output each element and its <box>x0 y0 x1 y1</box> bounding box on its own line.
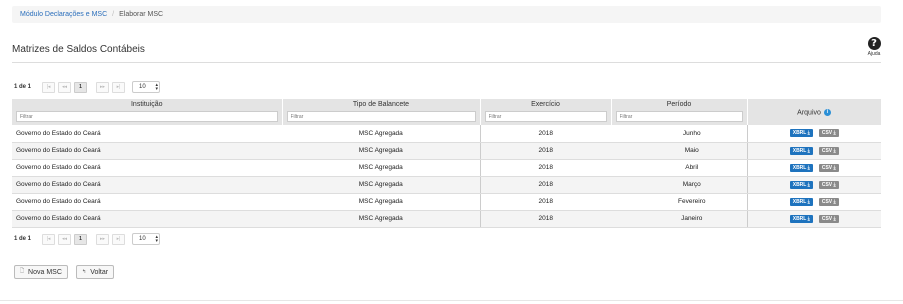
spinner-arrows-icon: ▴ ▾ <box>155 234 158 244</box>
filter-tipo-input[interactable] <box>286 111 476 122</box>
csv-download-button[interactable]: CSV ⤓ <box>818 180 839 189</box>
voltar-button[interactable]: ↰ Voltar <box>76 265 115 279</box>
help-button[interactable]: ? Ajuda <box>864 37 884 57</box>
breadcrumb: Módulo Declarações e MSC / Elaborar MSC <box>12 6 881 23</box>
cell-periodo: Junho <box>611 125 747 143</box>
cell-periodo: Maio <box>611 142 747 160</box>
page-size-select[interactable]: 10 ▴ ▾ <box>132 233 160 245</box>
column-header-periodo[interactable]: Período <box>611 99 748 125</box>
nova-msc-label: Nova MSC <box>28 268 62 276</box>
last-page-button[interactable]: ▸| <box>112 81 125 93</box>
column-header-arquivo: Arquivo i <box>747 99 882 125</box>
breadcrumb-link-modulo[interactable]: Módulo Declarações e MSC <box>20 11 107 18</box>
voltar-label: Voltar <box>90 268 109 276</box>
nova-msc-button[interactable]: 🗋 Nova MSC <box>14 265 68 279</box>
paginator-bottom: 1 de 1 |◂ ◂◂ 1 ▸▸ ▸| 10 ▴ ▾ <box>14 233 160 245</box>
last-page-button[interactable]: ▸| <box>112 233 125 245</box>
cell-instituicao: Governo do Estado do Ceará <box>12 125 282 143</box>
undo-arrow-icon: ↰ <box>82 269 87 275</box>
xbrl-download-button[interactable]: XBRL ⤓ <box>789 180 813 189</box>
title-divider <box>12 62 881 63</box>
table-row: Governo do Estado do Ceará MSC Agregada … <box>12 176 881 194</box>
footer-divider <box>0 300 903 301</box>
filter-periodo-input[interactable] <box>615 111 743 122</box>
csv-download-button[interactable]: CSV ⤓ <box>818 214 839 223</box>
filter-exercicio-input[interactable] <box>484 111 607 122</box>
page-size-select[interactable]: 10 ▴ ▾ <box>132 81 160 93</box>
cell-arquivo: XBRL ⤓ CSV ⤓ <box>746 142 881 160</box>
cell-periodo: Março <box>611 176 747 194</box>
cell-tipo: MSC Agregada <box>282 142 480 160</box>
info-circle-icon[interactable]: i <box>823 108 831 116</box>
cell-tipo: MSC Agregada <box>282 125 480 143</box>
table-row: Governo do Estado do Ceará MSC Agregada … <box>12 125 881 143</box>
column-header-instituicao[interactable]: Instituição <box>12 99 283 125</box>
cell-instituicao: Governo do Estado do Ceará <box>12 159 282 177</box>
cell-exercicio: 2018 <box>479 193 611 211</box>
csv-download-button[interactable]: CSV ⤓ <box>818 163 839 172</box>
cell-instituicao: Governo do Estado do Ceará <box>12 210 282 228</box>
first-page-button[interactable]: |◂ <box>42 233 55 245</box>
cell-exercicio: 2018 <box>479 176 611 194</box>
column-header-exercicio[interactable]: Exercício <box>480 99 612 125</box>
cell-arquivo: XBRL ⤓ CSV ⤓ <box>746 210 881 228</box>
cell-tipo: MSC Agregada <box>282 159 480 177</box>
xbrl-download-button[interactable]: XBRL ⤓ <box>789 214 813 223</box>
next-page-button[interactable]: ▸▸ <box>96 81 109 93</box>
file-icon: 🗋 <box>20 268 25 274</box>
cell-arquivo: XBRL ⤓ CSV ⤓ <box>746 125 881 143</box>
cell-exercicio: 2018 <box>479 125 611 143</box>
cell-exercicio: 2018 <box>479 159 611 177</box>
question-circle-icon: ? <box>867 37 881 50</box>
breadcrumb-separator: / <box>112 11 115 18</box>
cell-periodo: Abril <box>611 159 747 177</box>
csv-download-button[interactable]: CSV ⤓ <box>818 129 839 138</box>
page-size-value: 10 <box>139 236 146 242</box>
filter-instituicao-input[interactable] <box>16 111 278 122</box>
cell-exercicio: 2018 <box>479 210 611 228</box>
cell-tipo: MSC Agregada <box>282 193 480 211</box>
csv-download-button[interactable]: CSV ⤓ <box>818 197 839 206</box>
msc-table: Instituição Tipo de Balancete Exercício … <box>12 99 882 228</box>
first-page-button[interactable]: |◂ <box>42 81 55 93</box>
table-header-row: Instituição Tipo de Balancete Exercício … <box>12 99 882 125</box>
csv-download-button[interactable]: CSV ⤓ <box>818 146 839 155</box>
xbrl-download-button[interactable]: XBRL ⤓ <box>789 163 813 172</box>
table-row: Governo do Estado do Ceará MSC Agregada … <box>12 142 881 160</box>
cell-instituicao: Governo do Estado do Ceará <box>12 176 282 194</box>
column-header-tipo[interactable]: Tipo de Balancete <box>282 99 481 125</box>
table-row: Governo do Estado do Ceará MSC Agregada … <box>12 193 881 211</box>
help-label: Ajuda <box>867 51 881 57</box>
next-page-button[interactable]: ▸▸ <box>96 233 109 245</box>
cell-arquivo: XBRL ⤓ CSV ⤓ <box>746 193 881 211</box>
paginator-top: 1 de 1 |◂ ◂◂ 1 ▸▸ ▸| 10 ▴ ▾ <box>14 81 160 93</box>
xbrl-download-button[interactable]: XBRL ⤓ <box>789 129 813 138</box>
cell-periodo: Fevereiro <box>611 193 747 211</box>
cell-exercicio: 2018 <box>479 142 611 160</box>
breadcrumb-current: Elaborar MSC <box>119 11 164 18</box>
table-row: Governo do Estado do Ceará MSC Agregada … <box>12 159 881 177</box>
page-1-button[interactable]: 1 <box>74 81 87 93</box>
cell-arquivo: XBRL ⤓ CSV ⤓ <box>746 176 881 194</box>
cell-arquivo: XBRL ⤓ CSV ⤓ <box>746 159 881 177</box>
page-size-value: 10 <box>139 84 146 90</box>
cell-instituicao: Governo do Estado do Ceará <box>12 142 282 160</box>
cell-instituicao: Governo do Estado do Ceará <box>12 193 282 211</box>
xbrl-download-button[interactable]: XBRL ⤓ <box>789 146 813 155</box>
page-info: 1 de 1 <box>14 84 32 90</box>
prev-page-button[interactable]: ◂◂ <box>58 233 71 245</box>
cell-periodo: Janeiro <box>611 210 747 228</box>
cell-tipo: MSC Agregada <box>282 176 480 194</box>
page-1-button[interactable]: 1 <box>74 233 87 245</box>
spinner-arrows-icon: ▴ ▾ <box>155 82 158 92</box>
page-title: Matrizes de Saldos Contábeis <box>12 44 145 55</box>
page-info: 1 de 1 <box>14 236 32 242</box>
xbrl-download-button[interactable]: XBRL ⤓ <box>789 197 813 206</box>
prev-page-button[interactable]: ◂◂ <box>58 81 71 93</box>
table-row: Governo do Estado do Ceará MSC Agregada … <box>12 210 881 228</box>
cell-tipo: MSC Agregada <box>282 210 480 228</box>
